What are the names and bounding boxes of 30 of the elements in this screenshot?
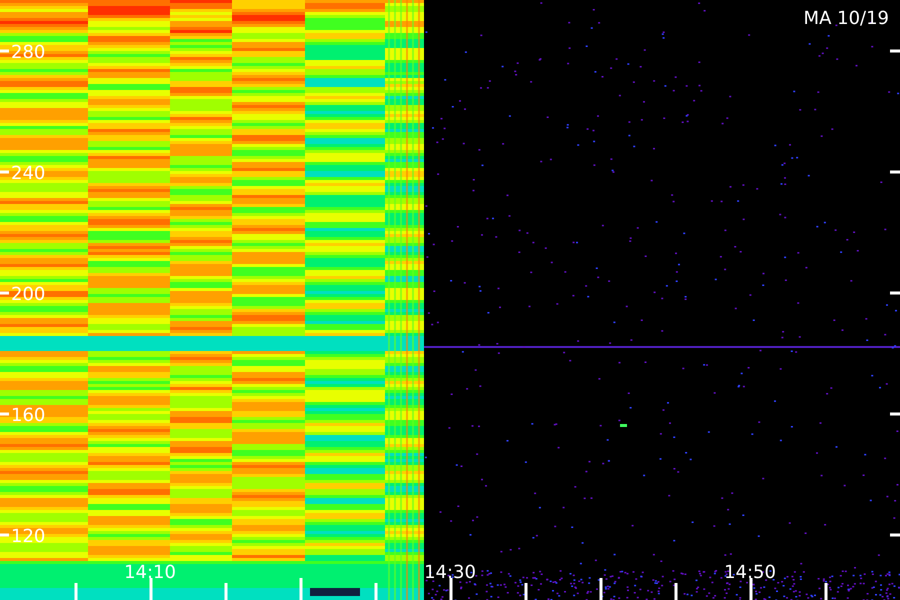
tick-mark [824,583,828,600]
axis-tick-label: 120 [11,526,46,547]
tick-mark [890,170,900,174]
axis-tick-label: 160 [11,405,46,426]
tick-mark [0,170,9,174]
axis-tick-label: 14:50 [724,562,776,583]
tick-mark [890,412,900,416]
axis-tick-label: 200 [11,284,46,305]
tick-mark [450,578,452,600]
tick-mark [224,583,228,600]
axis-tick-label: 14:10 [124,562,176,583]
tick-mark [750,578,752,600]
axis-tick-label: 280 [11,42,46,63]
tick-mark [524,583,528,600]
tick-mark [0,534,9,536]
tick-mark [0,292,9,294]
axis-tick-label: 240 [11,163,46,184]
tick-mark [74,583,78,600]
tick-mark [0,412,9,416]
tick-mark [674,583,678,600]
plot-title: MA 10/19 [804,8,889,29]
axis-tick-label: 14:30 [424,562,476,583]
tick-mark [150,578,152,600]
tick-mark [890,292,900,294]
tick-mark [0,50,9,52]
tick-mark [600,578,602,600]
tick-mark [890,534,900,536]
tick-mark [300,578,302,600]
tick-mark [890,50,900,52]
tick-mark [374,583,378,600]
